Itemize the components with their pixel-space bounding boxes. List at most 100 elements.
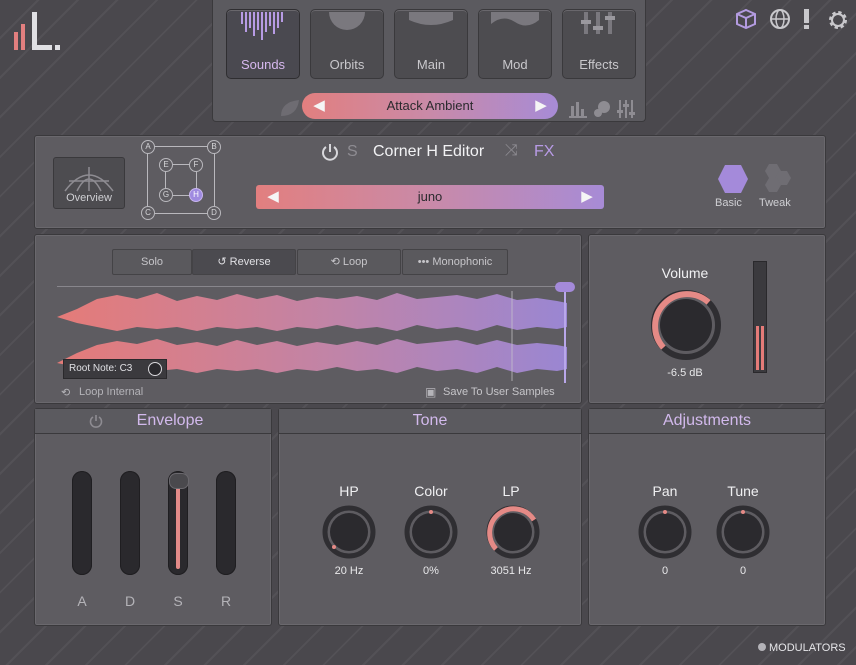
tab-main[interactable]: Main — [394, 9, 468, 79]
volume-panel: Volume -6.5 dB — [588, 234, 826, 404]
tweak-hexagons-icon[interactable] — [759, 162, 793, 194]
mixer-icon[interactable] — [617, 100, 635, 118]
overview-button[interactable]: Overview — [53, 157, 125, 209]
tune-knob[interactable] — [716, 505, 770, 559]
sample-next-arrow-icon[interactable]: ▶ — [576, 185, 598, 209]
tweak-label[interactable]: Tweak — [759, 197, 791, 209]
loop-end-handle[interactable] — [555, 282, 575, 292]
overview-label: Overview — [66, 192, 112, 204]
node-f[interactable]: F — [189, 158, 203, 172]
mode-label: Monophonic — [432, 256, 493, 268]
dots-icon: ••• — [417, 256, 433, 268]
alert-icon[interactable] — [801, 8, 823, 30]
tab-mod[interactable]: Mod — [478, 9, 552, 79]
sounds-icon — [241, 12, 283, 40]
pan-label: Pan — [652, 483, 678, 499]
volume-value: -6.5 dB — [667, 367, 703, 379]
hp-knob[interactable] — [322, 505, 376, 559]
node-h[interactable]: H — [189, 188, 203, 202]
mod-icon — [491, 12, 539, 26]
meter-left-bar — [756, 326, 759, 370]
preset-name: Attack Ambient — [386, 98, 474, 113]
reverse-icon: ↺ — [217, 256, 230, 268]
reverse-mode-button[interactable]: ↺ Reverse — [192, 249, 296, 275]
meter-right-bar — [761, 326, 764, 370]
tab-sounds[interactable]: Sounds — [226, 9, 300, 79]
sustain-slider[interactable] — [168, 471, 189, 575]
tone-panel: Tone HP 20 Hz Color 0% LP 3051 Hz — [278, 408, 582, 626]
sustain-fill — [176, 483, 180, 569]
color-knob[interactable] — [404, 505, 458, 559]
node-e[interactable]: E — [159, 158, 173, 172]
release-slider[interactable] — [216, 471, 236, 575]
effects-icon — [581, 12, 615, 34]
globe-icon[interactable] — [769, 8, 791, 30]
tab-label: Mod — [502, 57, 528, 72]
lp-label: LP — [502, 483, 520, 499]
shuffle-icon[interactable]: ⤨ — [505, 142, 518, 160]
sample-selector[interactable]: ◀ juno ▶ — [256, 185, 604, 209]
sample-name: juno — [417, 189, 443, 204]
main-icon — [409, 12, 453, 25]
node-a[interactable]: A — [141, 140, 155, 154]
preset-next-arrow-icon[interactable]: ▶ — [530, 93, 552, 119]
adjustments-header: Adjustments — [589, 409, 825, 434]
envelope-header: Envelope — [35, 409, 271, 434]
save-to-user-samples-button[interactable]: Save To User Samples — [443, 386, 555, 398]
root-note-knob[interactable] — [148, 362, 162, 376]
node-b[interactable]: B — [207, 140, 221, 154]
basic-hexagon-icon[interactable] — [717, 164, 749, 194]
tab-label: Main — [416, 57, 446, 72]
color-value: 0% — [423, 565, 439, 577]
volume-label: Volume — [661, 265, 709, 281]
node-g[interactable]: G — [159, 188, 173, 202]
root-note-control[interactable]: Root Note: C3 — [63, 359, 167, 379]
solo-toggle[interactable]: S — [347, 143, 358, 161]
tab-orbits[interactable]: Orbits — [310, 9, 384, 79]
preset-selector[interactable]: ◀ Attack Ambient ▶ — [302, 93, 558, 119]
bars-icon[interactable] — [569, 100, 587, 118]
sustain-label: S — [173, 593, 183, 609]
editor-header: Overview A B C D E F G H S Corner H Edit… — [34, 135, 826, 229]
gear-icon[interactable] — [826, 8, 848, 30]
loop-internal-icon[interactable]: ⟲ — [61, 386, 70, 399]
basic-label[interactable]: Basic — [715, 197, 742, 209]
decay-slider[interactable] — [120, 471, 140, 575]
leaf-icon[interactable] — [279, 98, 301, 118]
shapes-icon[interactable] — [593, 100, 611, 118]
envelope-power-icon[interactable] — [89, 414, 103, 428]
editor-title: Corner H Editor — [373, 143, 485, 160]
lp-knob[interactable] — [486, 505, 540, 559]
pan-knob[interactable] — [638, 505, 692, 559]
node-c[interactable]: C — [141, 206, 155, 220]
tab-label: Sounds — [240, 57, 286, 72]
orbits-icon — [329, 12, 365, 30]
save-icon[interactable]: ▣ — [425, 385, 436, 399]
decay-label: D — [124, 593, 136, 609]
loop-mode-button[interactable]: ⟲ Loop — [297, 249, 401, 275]
node-d[interactable]: D — [207, 206, 221, 220]
sample-prev-arrow-icon[interactable]: ◀ — [262, 185, 284, 209]
fx-toggle[interactable]: FX — [534, 143, 554, 161]
cube-icon[interactable] — [735, 8, 757, 30]
root-note-label: Root Note: C3 — [69, 363, 133, 374]
hp-value: 20 Hz — [334, 565, 364, 577]
tab-effects[interactable]: Effects — [562, 9, 636, 79]
modulators-button[interactable]: MODULATORS — [758, 642, 846, 654]
power-icon[interactable] — [321, 143, 339, 161]
volume-knob[interactable] — [650, 289, 722, 361]
attack-slider[interactable] — [72, 471, 92, 575]
preset-prev-arrow-icon[interactable]: ◀ — [308, 93, 330, 119]
tune-label: Tune — [727, 483, 759, 499]
sustain-handle[interactable] — [169, 473, 189, 489]
attack-label: A — [77, 593, 87, 609]
sample-panel: Solo ↺ Reverse ⟲ Loop ••• Monophonic Roo… — [34, 234, 582, 404]
loop-internal-label[interactable]: Loop Internal — [79, 386, 143, 398]
tab-label: Orbits — [329, 57, 365, 72]
monophonic-mode-button[interactable]: ••• Monophonic — [402, 249, 508, 275]
modulators-dot-icon — [758, 643, 766, 651]
solo-mode-button[interactable]: Solo — [112, 249, 192, 275]
mode-label: Loop — [342, 256, 368, 268]
volume-meter — [753, 261, 767, 373]
modulators-label: MODULATORS — [769, 642, 846, 654]
